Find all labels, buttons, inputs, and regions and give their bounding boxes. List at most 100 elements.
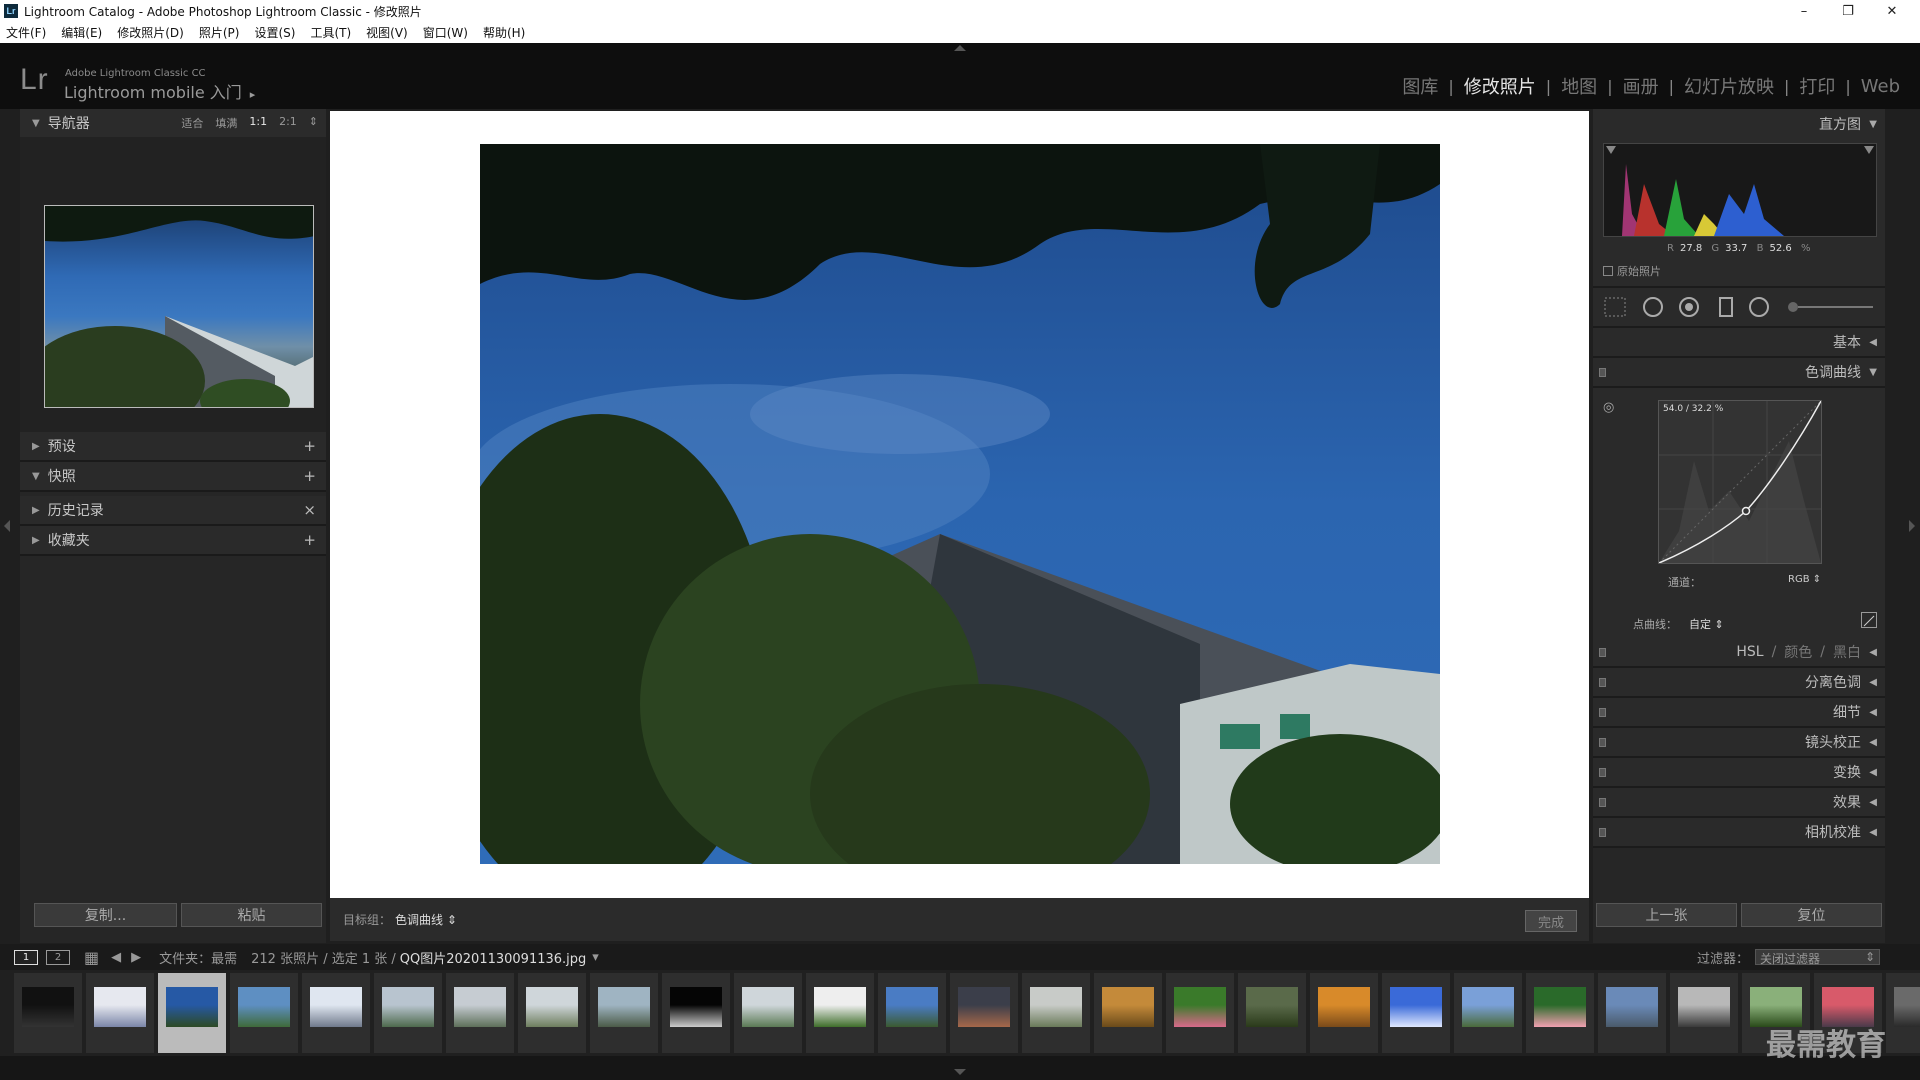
reset-button[interactable]: 复位 (1741, 903, 1882, 927)
filmstrip-thumbnail[interactable] (1022, 973, 1090, 1053)
back-arrow-icon[interactable]: ◀ (111, 950, 121, 965)
filmstrip-thumbnail[interactable] (878, 973, 946, 1053)
panel-snapshots[interactable]: ▼ 快照 + (20, 462, 326, 492)
collapse-bottom-panel-icon[interactable] (954, 1069, 966, 1075)
menu-photo[interactable]: 照片(P) (199, 24, 240, 41)
panel-switch-icon[interactable] (1599, 767, 1606, 777)
filmstrip-thumbnail[interactable] (374, 973, 442, 1053)
panel-lens-correction-header[interactable]: 镜头校正 ◀ (1593, 728, 1885, 758)
filmstrip-thumbnail[interactable] (1526, 973, 1594, 1053)
close-window-button[interactable]: ✕ (1870, 0, 1914, 22)
main-photo[interactable] (480, 144, 1440, 864)
source-folder[interactable]: 文件夹：最需 (159, 948, 237, 967)
panel-presets[interactable]: ▶ 预设 + (20, 432, 326, 462)
filmstrip-thumbnail[interactable] (1094, 973, 1162, 1053)
add-collection-icon[interactable]: + (303, 531, 316, 549)
target-group-select[interactable]: 色调曲线 ⇕ (395, 911, 457, 928)
target-adjustment-icon[interactable]: ◎ (1603, 400, 1614, 415)
done-button[interactable]: 完成 (1525, 910, 1577, 932)
panel-history[interactable]: ▶ 历史记录 × (20, 496, 326, 526)
lightroom-mobile-link[interactable]: Lightroom mobile 入门 ▸ (64, 79, 255, 103)
zoom-more[interactable]: ⇕ (309, 115, 318, 131)
panel-histogram-header[interactable]: 直方图 ▼ (1593, 109, 1885, 139)
panel-switch-icon[interactable] (1599, 677, 1606, 687)
menu-develop[interactable]: 修改照片(D) (117, 24, 184, 41)
panel-collections[interactable]: ▶ 收藏夹 + (20, 526, 326, 556)
filter-select[interactable]: 关闭过滤器 ⇕ (1755, 949, 1880, 966)
zoom-2-1[interactable]: 2:1 (279, 115, 297, 131)
add-snapshot-icon[interactable]: + (303, 467, 316, 485)
menu-view[interactable]: 视图(V) (366, 24, 408, 41)
module-print[interactable]: 打印 (1789, 73, 1845, 99)
panel-switch-icon[interactable] (1599, 367, 1606, 377)
previous-button[interactable]: 上一张 (1596, 903, 1737, 927)
original-photo-toggle[interactable]: 原始照片 (1603, 263, 1661, 279)
module-map[interactable]: 地图 (1551, 73, 1607, 99)
filmstrip-thumbnail[interactable] (446, 973, 514, 1053)
filmstrip-thumbnail[interactable] (1310, 973, 1378, 1053)
navigator-thumbnail[interactable] (44, 205, 314, 408)
panel-hsl-header[interactable]: HSL / 颜色 / 黑白 ◀ (1593, 638, 1885, 668)
panel-switch-icon[interactable] (1599, 797, 1606, 807)
filmstrip-thumbnail[interactable] (158, 973, 226, 1053)
filmstrip-thumbnail[interactable] (1598, 973, 1666, 1053)
channel-select[interactable]: RGB ⇕ (1788, 574, 1821, 585)
filmstrip-thumbnail[interactable] (1454, 973, 1522, 1053)
tone-curve-graph[interactable] (1658, 400, 1822, 564)
module-slideshow[interactable]: 幻灯片放映 (1674, 73, 1784, 99)
restore-button[interactable]: ❐ (1826, 0, 1870, 22)
hsl-tab[interactable]: HSL (1736, 644, 1763, 660)
panel-tone-curve-header[interactable]: 色调曲线 ▼ (1593, 358, 1885, 388)
collapse-top-panel-icon[interactable] (954, 45, 966, 51)
filmstrip-thumbnail[interactable] (1382, 973, 1450, 1053)
forward-arrow-icon[interactable]: ▶ (131, 950, 141, 965)
monitor-1-button[interactable]: 1 (14, 949, 38, 965)
panel-switch-icon[interactable] (1599, 647, 1606, 657)
module-book[interactable]: 画册 (1613, 73, 1669, 99)
filmstrip-thumbnail[interactable] (86, 973, 154, 1053)
collapse-right-panel-icon[interactable] (1909, 520, 1915, 532)
paste-button[interactable]: 粘贴 (181, 903, 322, 927)
minimize-button[interactable]: – (1782, 0, 1826, 22)
panel-calibration-header[interactable]: 相机校准 ◀ (1593, 818, 1885, 848)
filmstrip-thumbnail[interactable] (14, 973, 82, 1053)
menu-tools[interactable]: 工具(T) (310, 24, 351, 41)
filmstrip-thumbnail[interactable] (806, 973, 874, 1053)
original-checkbox[interactable] (1603, 266, 1613, 276)
grid-view-icon[interactable]: ▦ (84, 948, 99, 967)
menu-help[interactable]: 帮助(H) (483, 24, 525, 41)
menu-window[interactable]: 窗口(W) (423, 24, 468, 41)
module-develop[interactable]: 修改照片 (1454, 73, 1546, 99)
zoom-1-1[interactable]: 1:1 (249, 115, 267, 131)
add-preset-icon[interactable]: + (303, 437, 316, 455)
histogram-chart[interactable] (1603, 143, 1877, 237)
filmstrip-thumbnail[interactable] (302, 973, 370, 1053)
filmstrip-thumbnail[interactable] (518, 973, 586, 1053)
zoom-fit[interactable]: 适合 (181, 115, 203, 131)
filmstrip-thumbnail[interactable] (734, 973, 802, 1053)
menu-file[interactable]: 文件(F) (6, 24, 46, 41)
filmstrip-thumbnail[interactable] (1670, 973, 1738, 1053)
collapse-left-panel-icon[interactable] (4, 520, 10, 532)
filmstrip-thumbnail[interactable] (1166, 973, 1234, 1053)
filmstrip-thumbnail[interactable] (1886, 973, 1920, 1053)
monitor-2-button[interactable]: 2 (46, 949, 70, 965)
module-library[interactable]: 图库 (1392, 73, 1448, 99)
panel-transform-header[interactable]: 变换 ◀ (1593, 758, 1885, 788)
panel-switch-icon[interactable] (1599, 827, 1606, 837)
clear-history-icon[interactable]: × (303, 501, 316, 519)
panel-effects-header[interactable]: 效果 ◀ (1593, 788, 1885, 818)
filmstrip-thumbnail[interactable] (1238, 973, 1306, 1053)
module-web[interactable]: Web (1851, 76, 1910, 97)
bw-tab[interactable]: 黑白 (1833, 642, 1861, 662)
navigator-header[interactable]: ▼ 导航器 适合 填满 1:1 2:1 ⇕ (20, 109, 326, 137)
panel-split-toning-header[interactable]: 分离色调 ◀ (1593, 668, 1885, 698)
filmstrip-thumbnail[interactable] (590, 973, 658, 1053)
copy-button[interactable]: 复制... (34, 903, 177, 927)
menu-settings[interactable]: 设置(S) (254, 24, 295, 41)
point-curve-edit-icon[interactable] (1861, 612, 1877, 628)
zoom-fill[interactable]: 填满 (215, 115, 237, 131)
point-curve-select[interactable]: 自定 ⇕ (1689, 616, 1724, 632)
color-tab[interactable]: 颜色 (1784, 642, 1812, 662)
filmstrip-thumbnail[interactable] (662, 973, 730, 1053)
